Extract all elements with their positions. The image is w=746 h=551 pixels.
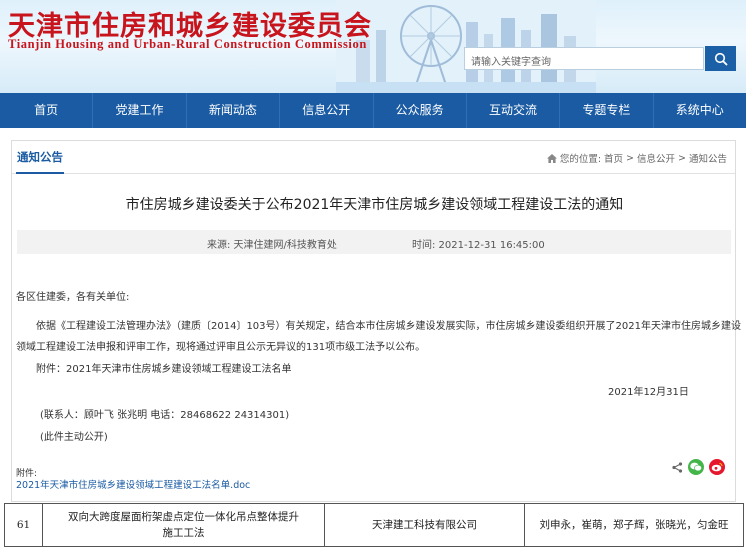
search-icon [714, 52, 728, 66]
tab-underline [16, 172, 64, 174]
article-paragraph-line: 依据《工程建设工法管理办法》（建质〔2014〕103号）有关规定，结合本市住房城… [36, 321, 741, 332]
wechat-icon[interactable] [688, 459, 704, 475]
article-attachment-note: 附件：2021年天津市住房城乡建设领域工程建设工法名单 [36, 364, 292, 375]
table-cell-people: 刘申永，崔萌，郑子辉，张晓光，匀金旺 [524, 503, 744, 547]
share-icon[interactable] [672, 461, 683, 473]
nav-item-public-service[interactable]: 公众服务 [374, 93, 467, 128]
section-tab[interactable]: 通知公告 [17, 149, 63, 165]
breadcrumb-info-disclosure[interactable]: 信息公开 [637, 151, 675, 165]
nav-item-news[interactable]: 新闻动态 [187, 93, 281, 128]
search-button[interactable] [705, 46, 736, 71]
nav-item-topics[interactable]: 专题专栏 [560, 93, 654, 128]
method-name-line: 施工工法 [162, 527, 205, 539]
site-subtitle: Tianjin Housing and Urban-Rural Construc… [8, 37, 367, 51]
method-name-line: 双向大跨度屋面桁架虚点定位一体化吊点整体提升 [68, 511, 299, 523]
breadcrumb-notices[interactable]: 通知公告 [689, 151, 727, 165]
article-source: 来源: 天津住建网/科技教育处 [207, 240, 337, 251]
article-title: 市住房城乡建设委关于公布2021年天津市住房城乡建设领域工程建设工法的通知 [125, 197, 624, 213]
breadcrumb-separator: > [678, 152, 686, 164]
main-nav: 首页 党建工作 新闻动态 信息公开 公众服务 互动交流 专题专栏 系统中心 [0, 93, 746, 128]
breadcrumb-home[interactable]: 首页 [604, 151, 623, 165]
article-date: 2021年12月31日 [608, 387, 689, 398]
panel-header: 通知公告 您的位置: 首页 > 信息公开 > 通知公告 [12, 141, 735, 174]
article-time: 时间: 2021-12-31 16:45:00 [412, 240, 545, 251]
home-icon [546, 153, 557, 163]
site-header: 天津市住房和城乡建设委员会 Tianjin Housing and Urban-… [0, 0, 746, 93]
article-greeting: 各区住建委，各有关单位: [16, 292, 130, 303]
nav-item-info-disclosure[interactable]: 信息公开 [280, 93, 374, 128]
nav-item-system-center[interactable]: 系统中心 [654, 93, 746, 128]
table-row: 61 双向大跨度屋面桁架虚点定位一体化吊点整体提升 施工工法 天津建工科技有限公… [4, 503, 744, 547]
breadcrumb-separator: > [626, 152, 634, 164]
attachment-link[interactable]: 2021年天津市住房城乡建设领域工程建设工法名单.doc [16, 477, 250, 491]
method-list-table: 61 双向大跨度屋面桁架虚点定位一体化吊点整体提升 施工工法 天津建工科技有限公… [4, 503, 744, 547]
article-disclosure: (此件主动公开) [40, 432, 108, 443]
table-cell-method-name: 双向大跨度屋面桁架虚点定位一体化吊点整体提升 施工工法 [42, 503, 325, 547]
content-panel: 通知公告 您的位置: 首页 > 信息公开 > 通知公告 市住房城乡建设委关于公布… [11, 140, 741, 502]
article-paragraph-line: 领域工程建设工法申报和评审工作，现将通过评审且公示无异议的131项市级工法予以公… [16, 342, 426, 353]
table-cell-no: 61 [4, 503, 43, 547]
nav-item-party-work[interactable]: 党建工作 [93, 93, 187, 128]
search-input[interactable]: 请输入关键字查询 [464, 47, 704, 70]
table-cell-company: 天津建工科技有限公司 [324, 503, 525, 547]
breadcrumb-prefix: 您的位置: [559, 154, 602, 165]
weibo-icon[interactable] [709, 459, 725, 475]
breadcrumb: 您的位置: 首页 > 信息公开 > 通知公告 [546, 151, 727, 165]
nav-item-home[interactable]: 首页 [0, 93, 94, 128]
article-contact: (联系人：顾叶飞 张兆明 电话：28468622 24314301) [40, 410, 290, 421]
share-bar [672, 459, 725, 475]
nav-item-interaction[interactable]: 互动交流 [467, 93, 561, 128]
article-meta: 来源: 天津住建网/科技教育处 时间: 2021-12-31 16:45:00 [17, 230, 731, 254]
